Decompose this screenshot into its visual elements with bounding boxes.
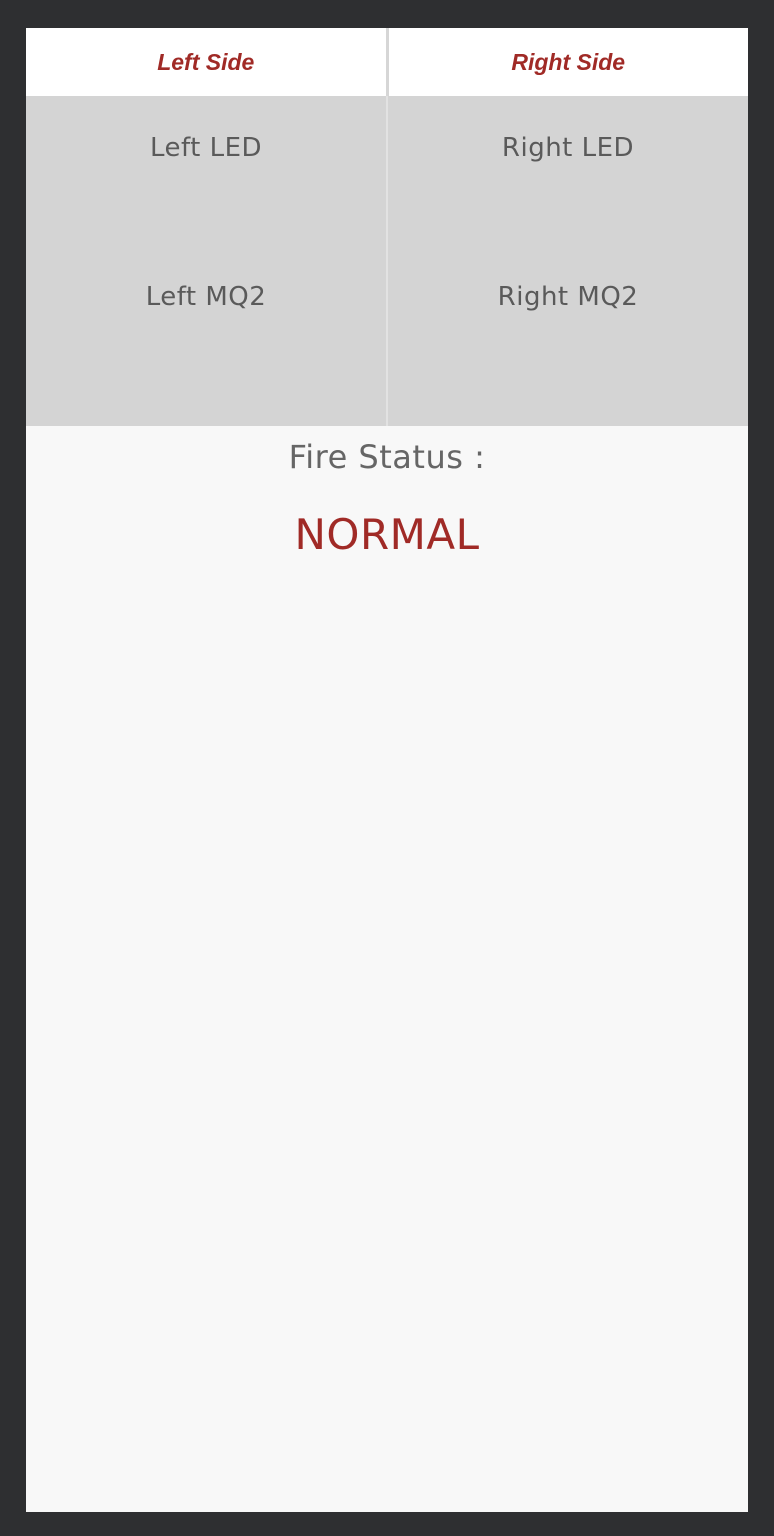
tab-right-side[interactable]: Right Side xyxy=(389,28,749,96)
fire-status-title: Fire Status : xyxy=(288,438,486,476)
left-mq2-label: Left MQ2 xyxy=(145,282,267,312)
tab-bar: Left Side Right Side xyxy=(26,28,748,96)
sensor-grid: Left LED Left MQ2 Right LED Right MQ2 xyxy=(26,96,748,426)
app-screen: Left Side Right Side Left LED Left MQ2 R… xyxy=(26,28,748,1512)
right-mq2-label: Right MQ2 xyxy=(497,282,639,312)
right-led-label: Right LED xyxy=(501,133,635,163)
left-led-label: Left LED xyxy=(149,133,263,163)
fire-status-value: NORMAL xyxy=(294,510,480,559)
left-column: Left LED Left MQ2 xyxy=(26,96,386,426)
right-column: Right LED Right MQ2 xyxy=(388,96,748,426)
tab-left-side[interactable]: Left Side xyxy=(26,28,386,96)
